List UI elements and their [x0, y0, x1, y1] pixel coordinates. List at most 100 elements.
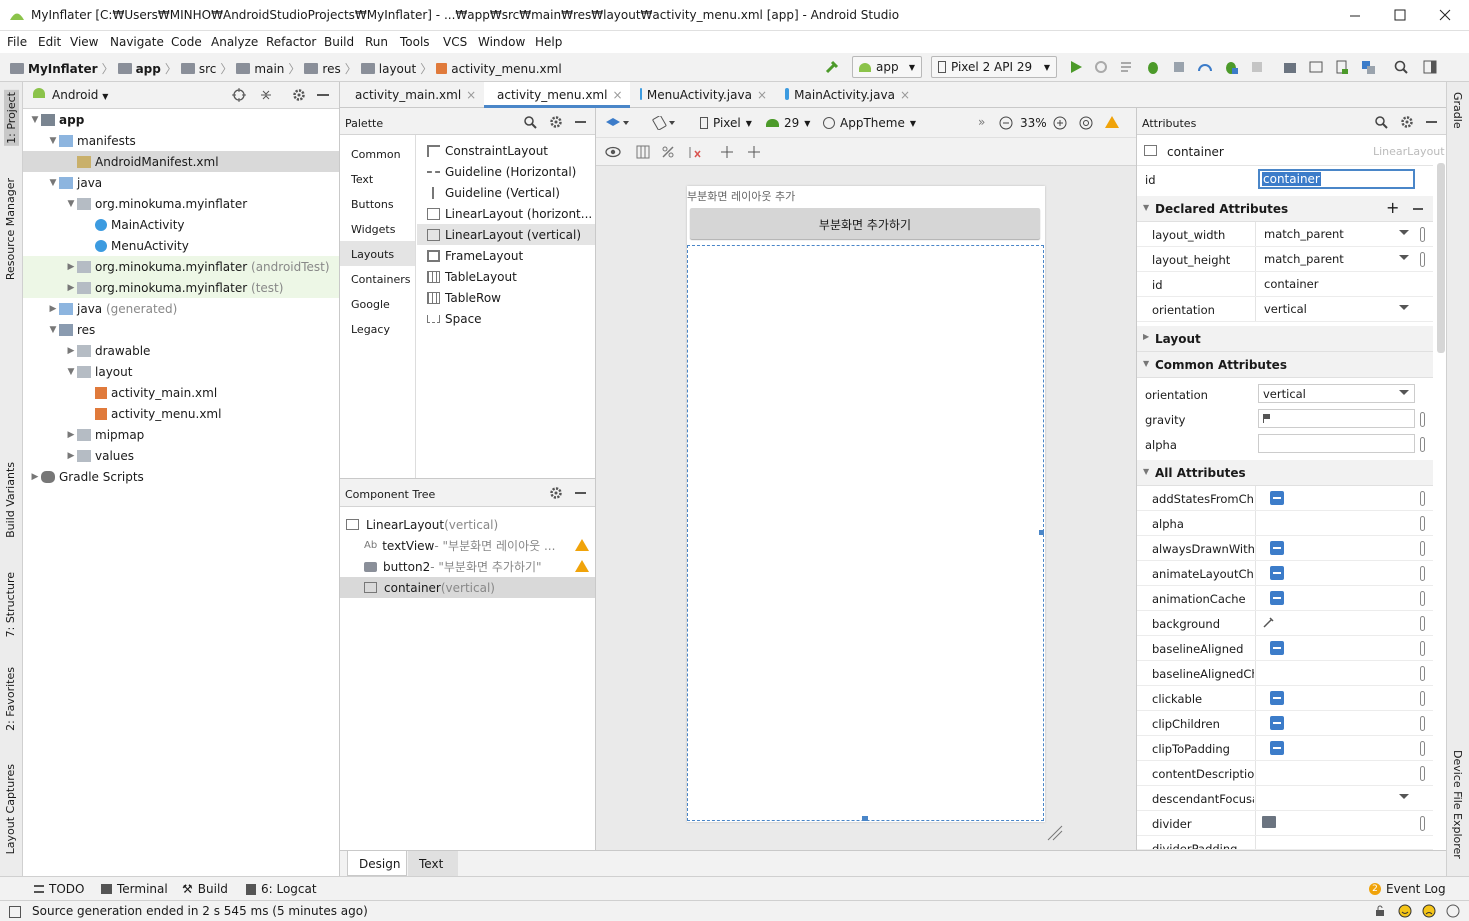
component-row-textview[interactable]: Ab textView - "부분화면 레이아웃 ...: [340, 535, 595, 556]
tab-text[interactable]: Text: [408, 851, 458, 876]
resource-picker-icon[interactable]: [1420, 541, 1425, 556]
menu-tools[interactable]: Tools: [400, 35, 430, 49]
tree-item-package-androidtest[interactable]: ▶ org.minokuma.myinflater (androidTest): [23, 256, 339, 277]
flag-toggle-icon[interactable]: [1270, 741, 1284, 755]
search-icon[interactable]: [523, 115, 537, 129]
resource-picker-icon[interactable]: [1420, 491, 1425, 506]
preview-button[interactable]: 부분화면 추가하기: [690, 208, 1040, 239]
resource-picker-icon[interactable]: [1420, 591, 1425, 606]
maximize-button[interactable]: [1393, 8, 1407, 22]
preview-textview[interactable]: 부분화면 레이아웃 추가: [687, 188, 795, 204]
palette-item-space[interactable]: Space: [417, 308, 595, 329]
tree-item-java[interactable]: ▼ java: [23, 172, 339, 193]
resource-picker-icon[interactable]: [1420, 616, 1425, 631]
flag-toggle-icon[interactable]: [1270, 641, 1284, 655]
eyedropper-icon[interactable]: [1263, 616, 1275, 628]
run-icon[interactable]: [1068, 59, 1084, 75]
all-row-descendantfocusability[interactable]: descendantFocusabi: [1137, 786, 1433, 811]
todo-tool-button[interactable]: TODO: [34, 882, 84, 896]
pack-vertical-icon[interactable]: [747, 145, 761, 159]
resource-picker-icon[interactable]: [1420, 766, 1425, 781]
palette-item-tablelayout[interactable]: TableLayout: [417, 266, 595, 287]
resource-picker-icon[interactable]: [1420, 691, 1425, 706]
menu-edit[interactable]: Edit: [38, 35, 61, 49]
resize-corner-icon[interactable]: [1046, 824, 1064, 842]
gravity-field[interactable]: [1258, 409, 1415, 428]
layout-captures-tab[interactable]: Layout Captures: [4, 764, 17, 854]
tree-item-androidmanifest[interactable]: AndroidManifest.xml: [23, 151, 339, 172]
breadcrumb-app[interactable]: app: [136, 62, 161, 76]
toggle-tool-windows-icon[interactable]: [9, 906, 21, 918]
flag-toggle-icon[interactable]: [1270, 541, 1284, 555]
flag-toggle-icon[interactable]: [1270, 591, 1284, 605]
palette-item-framelayout[interactable]: FrameLayout: [417, 245, 595, 266]
lock-icon[interactable]: [1374, 905, 1386, 917]
resource-picker-icon[interactable]: [1420, 412, 1425, 427]
palette-item-guideline-v[interactable]: Guideline (Vertical): [417, 182, 595, 203]
close-button[interactable]: [1438, 8, 1452, 22]
menu-code[interactable]: Code: [171, 35, 202, 49]
flag-toggle-icon[interactable]: [1270, 566, 1284, 580]
memory-indicator-icon[interactable]: [1446, 904, 1460, 918]
pack-horizontal-icon[interactable]: [720, 145, 734, 159]
all-row-cliptopadding[interactable]: clipToPadding: [1137, 736, 1433, 761]
declared-row-layout-width[interactable]: layout_width match_parent: [1137, 222, 1433, 247]
build-tool-button[interactable]: ⚒ Build: [182, 882, 228, 896]
tree-item-gradle-scripts[interactable]: ▶ Gradle Scripts: [23, 466, 339, 487]
common-row-gravity[interactable]: gravity: [1137, 407, 1433, 432]
palette-item-tablerow[interactable]: TableRow: [417, 287, 595, 308]
common-row-alpha[interactable]: alpha: [1137, 432, 1433, 457]
tab-design[interactable]: Design: [347, 851, 407, 876]
tree-item-values[interactable]: ▶ values: [23, 445, 339, 466]
dropdown-arrow-icon[interactable]: [1399, 230, 1409, 235]
theme-select[interactable]: AppTheme ▼: [823, 116, 916, 130]
dropdown-arrow-icon[interactable]: [1399, 305, 1409, 310]
tree-item-res[interactable]: ▼ res: [23, 319, 339, 340]
palette-item-linearlayout-v[interactable]: LinearLayout (vertical): [417, 224, 595, 245]
tree-item-layout[interactable]: ▼ layout: [23, 361, 339, 382]
resource-picker-icon[interactable]: [1420, 641, 1425, 656]
gradle-tab[interactable]: Gradle: [1451, 92, 1464, 129]
flag-toggle-icon[interactable]: [1270, 691, 1284, 705]
hide-panel-icon[interactable]: [317, 94, 329, 96]
id-input[interactable]: container: [1258, 169, 1415, 189]
tree-item-activity-main[interactable]: activity_main.xml: [23, 382, 339, 403]
palette-category-layouts[interactable]: Layouts: [340, 241, 415, 266]
palette-item-constraintlayout[interactable]: ConstraintLayout: [417, 140, 595, 161]
sidebar-toggle-icon[interactable]: [1422, 59, 1438, 75]
resource-manager-tab[interactable]: Resource Manager: [4, 178, 17, 280]
favorites-tab[interactable]: 2: Favorites: [4, 667, 17, 731]
palette-category-google[interactable]: Google: [340, 291, 415, 316]
all-row-clickable[interactable]: clickable: [1137, 686, 1433, 711]
flag-toggle-icon[interactable]: [1270, 716, 1284, 730]
menu-window[interactable]: Window: [478, 35, 525, 49]
gear-icon[interactable]: [549, 115, 563, 129]
image-picker-icon[interactable]: [1262, 816, 1276, 828]
all-row-animationcache[interactable]: animationCache: [1137, 586, 1433, 611]
menu-vcs[interactable]: VCS: [443, 35, 467, 49]
gear-icon[interactable]: [549, 486, 563, 500]
resource-picker-icon[interactable]: [1420, 741, 1425, 756]
apply-code-changes-icon[interactable]: [1119, 59, 1135, 75]
common-row-orientation[interactable]: orientation vertical: [1137, 382, 1433, 407]
stop-icon[interactable]: [1249, 59, 1265, 75]
close-tab-icon[interactable]: ×: [466, 88, 476, 108]
scrollbar-thumb[interactable]: [1437, 163, 1445, 353]
tree-item-manifests[interactable]: ▼ manifests: [23, 130, 339, 151]
declared-attributes-section[interactable]: ▼ Declared Attributes +: [1137, 196, 1433, 222]
palette-item-guideline-h[interactable]: Guideline (Horizontal): [417, 161, 595, 182]
autoconnect-off-icon[interactable]: [661, 145, 675, 159]
all-row-addstatesfromchild[interactable]: addStatesFromChild: [1137, 486, 1433, 511]
tab-menuactivity-java[interactable]: MenuActivity.java ×: [632, 82, 775, 108]
build-variants-tab[interactable]: Build Variants: [4, 462, 17, 538]
view-options-eye-icon[interactable]: [605, 146, 621, 158]
declared-row-layout-height[interactable]: layout_height match_parent: [1137, 247, 1433, 272]
hide-panel-icon[interactable]: [575, 121, 586, 123]
zoom-in-icon[interactable]: [1053, 116, 1067, 130]
minimize-button[interactable]: [1348, 8, 1362, 22]
all-row-divider[interactable]: divider: [1137, 811, 1433, 836]
zoom-out-icon[interactable]: [999, 116, 1013, 130]
component-row-button2[interactable]: button2- "부분화면 추가하기": [340, 556, 595, 577]
tree-item-package[interactable]: ▼ org.minokuma.myinflater: [23, 193, 339, 214]
clear-constraints-icon[interactable]: [688, 145, 702, 159]
